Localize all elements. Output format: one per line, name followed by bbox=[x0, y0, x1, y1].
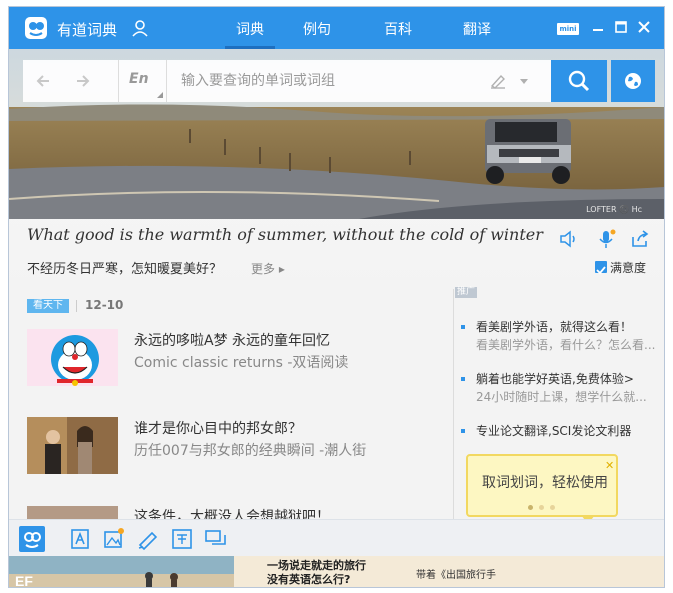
banner-subline: 没有英语怎么行? bbox=[267, 573, 351, 586]
ad-subtitle[interactable]: 24小时随时上课，想学什么就... bbox=[476, 388, 647, 405]
highlight-pen-icon[interactable] bbox=[135, 526, 161, 552]
article-subtitle[interactable]: 历任007与邦女郎的经典瞬间 -潮人街 bbox=[134, 440, 366, 460]
column-divider bbox=[453, 289, 454, 521]
ad-subtitle[interactable]: 看美剧学外语，看什么？怎么看... bbox=[476, 336, 655, 353]
tab-dictionary[interactable]: 词典 bbox=[220, 19, 280, 39]
feed-separator bbox=[76, 300, 77, 312]
chat-bubbles-icon[interactable] bbox=[203, 526, 229, 552]
maximize-icon[interactable] bbox=[613, 19, 629, 35]
article-thumbnail-prison[interactable] bbox=[27, 505, 118, 519]
microphone-icon[interactable] bbox=[595, 229, 617, 249]
svg-text:EF: EF bbox=[15, 573, 33, 588]
bullet-icon bbox=[461, 429, 465, 433]
tab-encyclopedia[interactable]: 百科 bbox=[368, 19, 428, 39]
tip-close-icon[interactable]: ✕ bbox=[605, 459, 614, 472]
article-image bbox=[27, 506, 118, 519]
youdao-small-icon bbox=[24, 532, 41, 548]
more-label: 更多 bbox=[251, 262, 276, 276]
tab-translate[interactable]: 翻译 bbox=[447, 19, 507, 39]
bullet-icon bbox=[461, 325, 465, 329]
forward-arrow-icon[interactable] bbox=[75, 73, 91, 89]
share-icon[interactable] bbox=[629, 229, 651, 249]
article-subtitle[interactable]: Comic classic returns -双语阅读 bbox=[134, 352, 348, 372]
user-icon[interactable] bbox=[131, 19, 149, 37]
photo-credit: LOFTER ©️ Hc bbox=[586, 205, 642, 214]
back-arrow-icon[interactable] bbox=[35, 73, 51, 89]
tab-examples[interactable]: 例句 bbox=[287, 19, 347, 39]
language-selector[interactable]: En bbox=[119, 60, 167, 102]
more-link[interactable]: 更多 ▸ bbox=[251, 260, 285, 277]
web-search-button[interactable] bbox=[611, 60, 655, 102]
dropdown-corner-icon bbox=[157, 92, 163, 98]
satisfaction-label: 满意度 bbox=[610, 261, 647, 275]
doraemon-image bbox=[27, 329, 118, 386]
search-icon bbox=[568, 70, 590, 92]
article-thumbnail-doraemon[interactable] bbox=[27, 329, 118, 386]
tip-popup: 取词划词，轻松使用 ✕ bbox=[466, 454, 618, 517]
feed-date: 12-10 bbox=[85, 298, 124, 312]
article-title[interactable]: 永远的哆啦A梦 永远的童年回忆 bbox=[134, 330, 330, 350]
globe-icon bbox=[625, 73, 641, 89]
minimize-icon[interactable] bbox=[590, 19, 606, 35]
word-book-icon[interactable] bbox=[67, 526, 93, 552]
banner-side-text: 带着《出国旅行手 bbox=[416, 570, 496, 581]
satisfaction-checkbox[interactable] bbox=[595, 261, 607, 275]
language-label: En bbox=[129, 71, 149, 87]
article-thumbnail-bond[interactable] bbox=[27, 417, 118, 474]
image-translate-icon[interactable] bbox=[101, 526, 127, 552]
close-icon[interactable] bbox=[636, 19, 652, 35]
history-nav bbox=[23, 60, 119, 102]
bullet-icon bbox=[461, 377, 465, 381]
bottom-toolbar bbox=[9, 519, 664, 556]
daily-sentence-chinese: 不经历冬日严寒，怎知暖夏美好？ bbox=[27, 262, 223, 277]
daily-sentence-english[interactable]: What good is the warmth of summer, witho… bbox=[27, 225, 547, 244]
search-button[interactable] bbox=[551, 60, 607, 102]
tip-page-dot[interactable] bbox=[528, 505, 533, 510]
chevron-down-icon[interactable] bbox=[520, 79, 528, 84]
handwriting-icon[interactable] bbox=[489, 72, 507, 90]
title-bar: 有道词典 词典 例句 百科 翻译 mini bbox=[9, 7, 664, 49]
tip-page-dot[interactable] bbox=[539, 505, 544, 510]
feed-section-tag: 看天下 bbox=[27, 299, 69, 313]
mini-mode-button[interactable]: mini bbox=[557, 23, 579, 35]
translate-tool-icon[interactable] bbox=[169, 526, 195, 552]
article-title[interactable]: 这条件，大概没人会想越狱吧！ bbox=[134, 506, 330, 519]
dictionary-window: 有道词典 词典 例句 百科 翻译 mini LOFTER ©️ Hc En 输入… bbox=[8, 6, 665, 588]
tip-text: 取词划词，轻松使用 bbox=[482, 475, 608, 491]
bond-girl-image bbox=[27, 417, 118, 474]
app-name: 有道词典 bbox=[57, 21, 118, 39]
ad-title[interactable]: 躺着也能学好英语,免费体验> bbox=[476, 370, 634, 387]
tip-page-dot[interactable] bbox=[550, 505, 555, 510]
article-title[interactable]: 谁才是你心目中的邦女郎？ bbox=[134, 418, 302, 438]
article-title-clip: 这条件，大概没人会想越狱吧！ bbox=[134, 505, 434, 519]
ad-title[interactable]: 专业论文翻译,SCI发论文利器 bbox=[476, 422, 631, 439]
speaker-icon[interactable] bbox=[558, 229, 580, 249]
ad-title[interactable]: 看美剧学外语，就得这么看！ bbox=[476, 318, 632, 335]
dictionary-home-button[interactable] bbox=[19, 526, 45, 552]
youdao-logo-icon bbox=[25, 17, 47, 39]
promotion-tag: 推广 bbox=[455, 287, 478, 298]
checkmark-icon bbox=[596, 266, 606, 275]
search-bar: En bbox=[23, 60, 655, 102]
